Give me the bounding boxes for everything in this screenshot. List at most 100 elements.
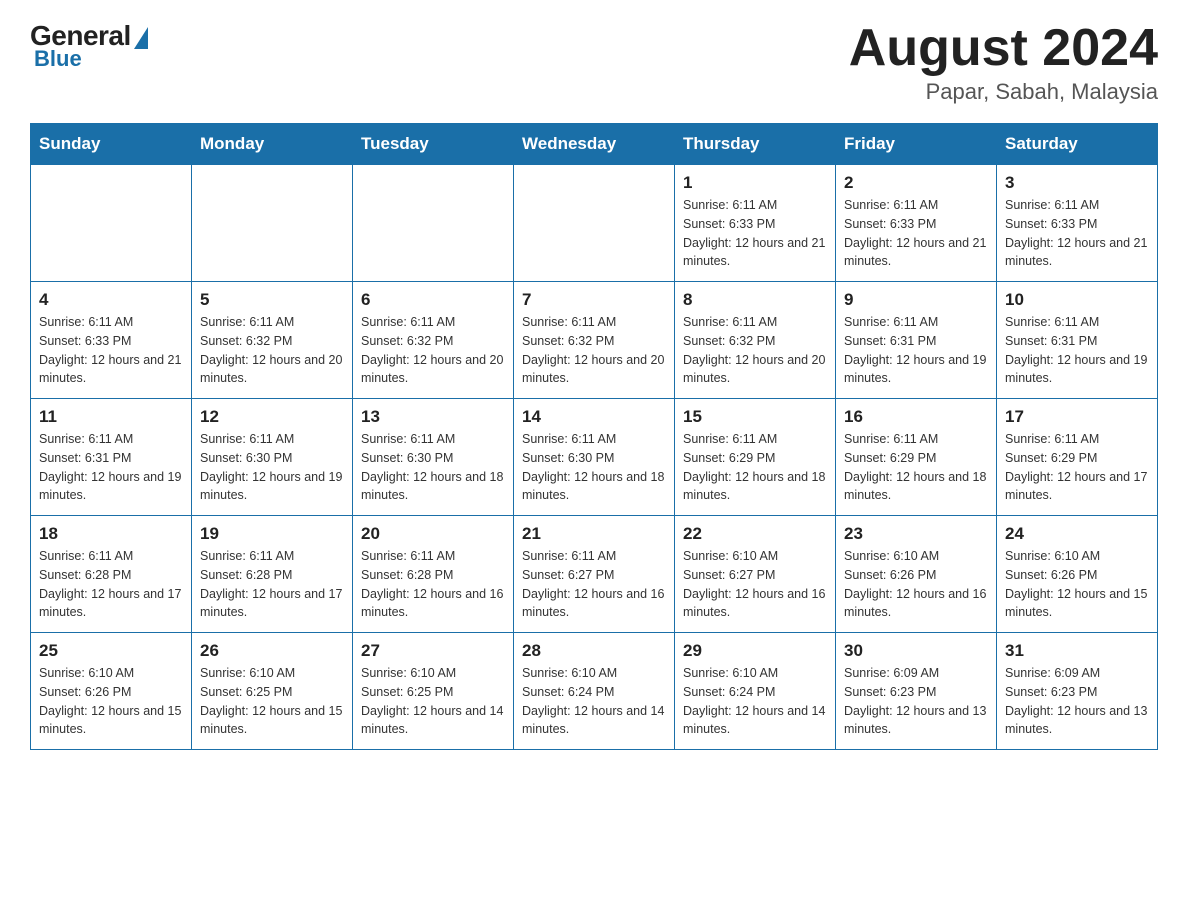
calendar-cell: 1 Sunrise: 6:11 AMSunset: 6:33 PMDaylight… <box>675 165 836 282</box>
title-block: August 2024 Papar, Sabah, Malaysia <box>849 20 1158 105</box>
day-number: 17 <box>1005 407 1149 427</box>
day-number: 31 <box>1005 641 1149 661</box>
calendar-cell: 6 Sunrise: 6:11 AMSunset: 6:32 PMDaylight… <box>353 282 514 399</box>
day-info: Sunrise: 6:10 AMSunset: 6:26 PMDaylight:… <box>1005 547 1149 622</box>
day-number: 18 <box>39 524 183 544</box>
calendar-cell: 2Sunrise: 6:11 AMSunset: 6:33 PMDaylight… <box>836 165 997 282</box>
calendar-cell: 14 Sunrise: 6:11 AMSunset: 6:30 PMDayligh… <box>514 399 675 516</box>
day-number: 25 <box>39 641 183 661</box>
calendar-week-row: 25 Sunrise: 6:10 AMSunset: 6:26 PMDayligh… <box>31 633 1158 750</box>
day-number: 30 <box>844 641 988 661</box>
day-info: Sunrise: 6:11 AMSunset: 6:28 PMDaylight:… <box>39 547 183 622</box>
day-info: Sunrise: 6:10 AMSunset: 6:26 PMDaylight:… <box>39 664 183 739</box>
calendar-cell: 29 Sunrise: 6:10 AMSunset: 6:24 PMDayligh… <box>675 633 836 750</box>
calendar-cell <box>353 165 514 282</box>
calendar-week-row: 1 Sunrise: 6:11 AMSunset: 6:33 PMDaylight… <box>31 165 1158 282</box>
calendar-cell: 21Sunrise: 6:11 AMSunset: 6:27 PMDayligh… <box>514 516 675 633</box>
calendar-cell: 27Sunrise: 6:10 AMSunset: 6:25 PMDayligh… <box>353 633 514 750</box>
calendar-cell: 4 Sunrise: 6:11 AMSunset: 6:33 PMDaylight… <box>31 282 192 399</box>
calendar-cell: 16Sunrise: 6:11 AMSunset: 6:29 PMDayligh… <box>836 399 997 516</box>
calendar-cell: 10 Sunrise: 6:11 AMSunset: 6:31 PMDayligh… <box>997 282 1158 399</box>
calendar-week-row: 11 Sunrise: 6:11 AMSunset: 6:31 PMDayligh… <box>31 399 1158 516</box>
day-number: 3 <box>1005 173 1149 193</box>
day-number: 26 <box>200 641 344 661</box>
day-number: 1 <box>683 173 827 193</box>
calendar-cell: 3 Sunrise: 6:11 AMSunset: 6:33 PMDaylight… <box>997 165 1158 282</box>
day-info: Sunrise: 6:11 AMSunset: 6:33 PMDaylight:… <box>1005 196 1149 271</box>
calendar-cell: 20 Sunrise: 6:11 AMSunset: 6:28 PMDayligh… <box>353 516 514 633</box>
day-number: 13 <box>361 407 505 427</box>
calendar-cell: 11 Sunrise: 6:11 AMSunset: 6:31 PMDayligh… <box>31 399 192 516</box>
day-number: 28 <box>522 641 666 661</box>
calendar-week-row: 18 Sunrise: 6:11 AMSunset: 6:28 PMDayligh… <box>31 516 1158 633</box>
day-number: 14 <box>522 407 666 427</box>
day-info: Sunrise: 6:11 AMSunset: 6:33 PMDaylight:… <box>39 313 183 388</box>
day-info: Sunrise: 6:10 AMSunset: 6:24 PMDaylight:… <box>522 664 666 739</box>
calendar-cell: 22Sunrise: 6:10 AMSunset: 6:27 PMDayligh… <box>675 516 836 633</box>
day-info: Sunrise: 6:11 AMSunset: 6:33 PMDaylight:… <box>683 196 827 271</box>
calendar-cell: 25 Sunrise: 6:10 AMSunset: 6:26 PMDayligh… <box>31 633 192 750</box>
calendar-cell: 19 Sunrise: 6:11 AMSunset: 6:28 PMDayligh… <box>192 516 353 633</box>
day-info: Sunrise: 6:10 AMSunset: 6:25 PMDaylight:… <box>200 664 344 739</box>
logo: General Blue <box>30 20 148 72</box>
day-info: Sunrise: 6:11 AMSunset: 6:31 PMDaylight:… <box>844 313 988 388</box>
calendar-week-row: 4 Sunrise: 6:11 AMSunset: 6:33 PMDaylight… <box>31 282 1158 399</box>
day-number: 21 <box>522 524 666 544</box>
day-info: Sunrise: 6:09 AMSunset: 6:23 PMDaylight:… <box>844 664 988 739</box>
page-header: General Blue August 2024 Papar, Sabah, M… <box>30 20 1158 105</box>
day-info: Sunrise: 6:11 AMSunset: 6:30 PMDaylight:… <box>522 430 666 505</box>
weekday-header-monday: Monday <box>192 124 353 165</box>
calendar-cell: 8Sunrise: 6:11 AMSunset: 6:32 PMDaylight… <box>675 282 836 399</box>
calendar-subtitle: Papar, Sabah, Malaysia <box>849 79 1158 105</box>
day-number: 8 <box>683 290 827 310</box>
day-info: Sunrise: 6:11 AMSunset: 6:29 PMDaylight:… <box>683 430 827 505</box>
calendar-table: SundayMondayTuesdayWednesdayThursdayFrid… <box>30 123 1158 750</box>
day-number: 9 <box>844 290 988 310</box>
day-number: 11 <box>39 407 183 427</box>
calendar-title: August 2024 <box>849 20 1158 77</box>
day-info: Sunrise: 6:11 AMSunset: 6:31 PMDaylight:… <box>39 430 183 505</box>
day-info: Sunrise: 6:11 AMSunset: 6:28 PMDaylight:… <box>361 547 505 622</box>
calendar-cell: 26 Sunrise: 6:10 AMSunset: 6:25 PMDayligh… <box>192 633 353 750</box>
weekday-header-friday: Friday <box>836 124 997 165</box>
calendar-cell: 31 Sunrise: 6:09 AMSunset: 6:23 PMDayligh… <box>997 633 1158 750</box>
day-number: 2 <box>844 173 988 193</box>
weekday-header-saturday: Saturday <box>997 124 1158 165</box>
weekday-header-thursday: Thursday <box>675 124 836 165</box>
day-info: Sunrise: 6:11 AMSunset: 6:32 PMDaylight:… <box>361 313 505 388</box>
calendar-cell: 7Sunrise: 6:11 AMSunset: 6:32 PMDaylight… <box>514 282 675 399</box>
day-number: 12 <box>200 407 344 427</box>
calendar-cell: 23 Sunrise: 6:10 AMSunset: 6:26 PMDayligh… <box>836 516 997 633</box>
day-info: Sunrise: 6:11 AMSunset: 6:28 PMDaylight:… <box>200 547 344 622</box>
day-info: Sunrise: 6:11 AMSunset: 6:29 PMDaylight:… <box>844 430 988 505</box>
calendar-cell: 15 Sunrise: 6:11 AMSunset: 6:29 PMDayligh… <box>675 399 836 516</box>
calendar-cell <box>514 165 675 282</box>
day-number: 20 <box>361 524 505 544</box>
day-number: 15 <box>683 407 827 427</box>
day-info: Sunrise: 6:09 AMSunset: 6:23 PMDaylight:… <box>1005 664 1149 739</box>
day-number: 29 <box>683 641 827 661</box>
logo-blue-text: Blue <box>34 46 82 72</box>
calendar-cell <box>192 165 353 282</box>
day-number: 19 <box>200 524 344 544</box>
day-info: Sunrise: 6:10 AMSunset: 6:26 PMDaylight:… <box>844 547 988 622</box>
day-number: 22 <box>683 524 827 544</box>
calendar-cell: 9 Sunrise: 6:11 AMSunset: 6:31 PMDaylight… <box>836 282 997 399</box>
calendar-header-row: SundayMondayTuesdayWednesdayThursdayFrid… <box>31 124 1158 165</box>
day-number: 4 <box>39 290 183 310</box>
day-info: Sunrise: 6:11 AMSunset: 6:30 PMDaylight:… <box>200 430 344 505</box>
day-info: Sunrise: 6:11 AMSunset: 6:32 PMDaylight:… <box>522 313 666 388</box>
calendar-cell: 12 Sunrise: 6:11 AMSunset: 6:30 PMDayligh… <box>192 399 353 516</box>
calendar-cell: 13 Sunrise: 6:11 AMSunset: 6:30 PMDayligh… <box>353 399 514 516</box>
weekday-header-sunday: Sunday <box>31 124 192 165</box>
calendar-cell: 24 Sunrise: 6:10 AMSunset: 6:26 PMDayligh… <box>997 516 1158 633</box>
calendar-cell: 28 Sunrise: 6:10 AMSunset: 6:24 PMDayligh… <box>514 633 675 750</box>
day-number: 23 <box>844 524 988 544</box>
weekday-header-tuesday: Tuesday <box>353 124 514 165</box>
day-info: Sunrise: 6:11 AMSunset: 6:30 PMDaylight:… <box>361 430 505 505</box>
day-number: 6 <box>361 290 505 310</box>
day-info: Sunrise: 6:11 AMSunset: 6:31 PMDaylight:… <box>1005 313 1149 388</box>
day-number: 10 <box>1005 290 1149 310</box>
day-number: 24 <box>1005 524 1149 544</box>
day-info: Sunrise: 6:10 AMSunset: 6:24 PMDaylight:… <box>683 664 827 739</box>
